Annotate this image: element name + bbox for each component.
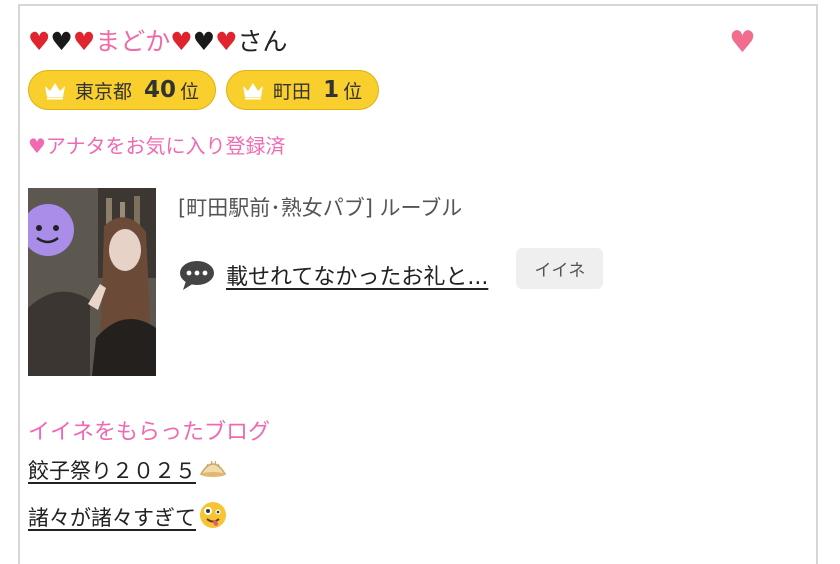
gyoza-icon bbox=[198, 456, 228, 488]
ranking-badge-tokyo[interactable]: 東京都 40 位 bbox=[28, 70, 217, 110]
shop-name[interactable]: [町田駅前･熟女パブ] ルーブル bbox=[178, 192, 462, 222]
latest-blog-row: 載せれてなかったお礼と... イイネ bbox=[178, 248, 604, 295]
ranking-number: 40 bbox=[144, 77, 177, 103]
cast-name-row: ♥♥♥まどか♥♥♥さん bbox=[28, 26, 288, 58]
ranking-unit: 位 bbox=[180, 80, 200, 103]
black-heart-icon: ♥ bbox=[50, 27, 73, 56]
ranking-badges: 東京都 40 位 町田 1 位 bbox=[28, 70, 380, 110]
ranking-area: 町田 bbox=[273, 80, 312, 103]
ranking-badge-machida[interactable]: 町田 1 位 bbox=[226, 70, 380, 110]
name-suffix: さん bbox=[237, 27, 288, 56]
favorite-heart-icon[interactable]: ♥ bbox=[729, 26, 756, 60]
favorite-status: ♥アナタをお気に入り登録済 bbox=[28, 134, 286, 158]
liked-blog-link[interactable]: 諸々が諸々すぎて bbox=[28, 500, 228, 530]
liked-blog-title: 諸々が諸々すぎて bbox=[28, 506, 196, 530]
liked-blog-title: 餃子祭り２０２５ bbox=[28, 459, 196, 483]
red-heart-icon: ♥ bbox=[215, 27, 238, 56]
black-heart-icon: ♥ bbox=[192, 27, 216, 56]
cast-photo[interactable] bbox=[28, 188, 156, 376]
red-heart-icon: ♥ bbox=[170, 27, 193, 56]
red-heart-icon: ♥ bbox=[28, 27, 51, 56]
like-button[interactable]: イイネ bbox=[516, 248, 604, 289]
ranking-area: 東京都 bbox=[75, 80, 133, 103]
liked-blogs-list: 餃子祭り２０２５ 諸々が諸々すぎて bbox=[28, 456, 228, 544]
red-heart-icon: ♥ bbox=[72, 27, 96, 56]
liked-blogs-heading: イイネをもらったブログ bbox=[28, 420, 271, 445]
ranking-unit: 位 bbox=[343, 80, 363, 103]
speech-bubble-icon bbox=[180, 260, 214, 290]
cast-name[interactable]: まどか bbox=[95, 27, 170, 56]
crown-icon bbox=[45, 83, 65, 100]
crown-icon bbox=[243, 83, 264, 100]
latest-blog-link[interactable]: 載せれてなかったお礼と... bbox=[226, 259, 488, 291]
photo-illustration bbox=[28, 188, 156, 376]
liked-blog-link[interactable]: 餃子祭り２０２５ bbox=[28, 456, 228, 486]
zany-face-icon bbox=[198, 500, 228, 538]
ranking-number: 1 bbox=[323, 77, 340, 103]
